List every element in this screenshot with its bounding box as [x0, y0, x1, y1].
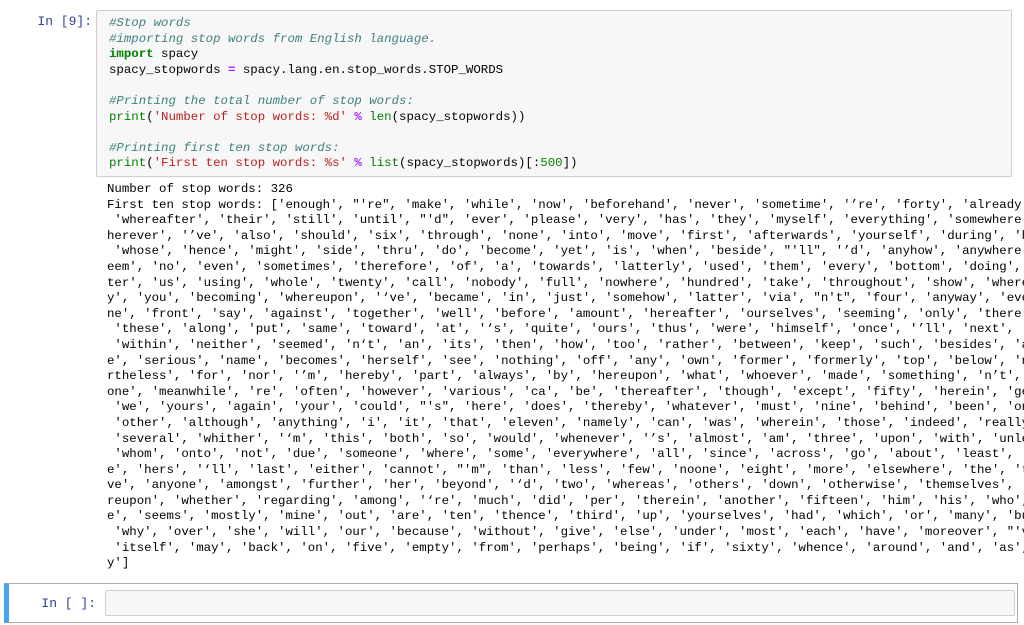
- output-line: First ten stop words: ['enough', "'re", …: [107, 197, 1024, 212]
- cell-output: Number of stop words: 326 First ten stop …: [107, 182, 1024, 572]
- code-token: (: [146, 156, 154, 171]
- output-line: ve', 'anyone', 'amongst', 'further', 'he…: [107, 478, 1024, 493]
- code-token: %: [354, 109, 362, 124]
- code-token: #Printing the total number of stop words…: [109, 93, 414, 108]
- code-cell-empty[interactable]: In [ ]:: [4, 583, 1018, 623]
- code-line: spacy_stopwords = spacy.lang.en.stop_wor…: [109, 63, 1007, 79]
- output-line: rtheless', 'for', 'nor', '’m', 'hereby',…: [107, 369, 1024, 384]
- code-line: #importing stop words from English langu…: [109, 32, 1007, 48]
- code-line: #Printing the total number of stop words…: [109, 94, 1007, 110]
- code-editor-empty[interactable]: [105, 590, 1015, 616]
- output-line: 'whom', 'onto', 'not', 'due', 'someone',…: [107, 447, 1024, 462]
- code-token: spacy.lang.en.stop_words.STOP_WORDS: [235, 62, 504, 77]
- output-line: y', 'you', 'becoming', 'whereupon', '‘ve…: [107, 291, 1024, 306]
- code-token: print: [109, 109, 147, 124]
- code-token: import: [109, 47, 154, 62]
- output-line: Number of stop words: 326: [107, 182, 293, 196]
- output-line: ne', 'front', 'say', 'against', 'togethe…: [107, 306, 1024, 321]
- code-token: #Stop words: [109, 16, 191, 30]
- code-token: #Printing first ten stop words:: [109, 140, 340, 155]
- code-token: spacy: [153, 47, 199, 62]
- code-token: (spacy_stopwords)): [391, 109, 526, 124]
- output-line: 'itself', 'may', 'back', 'on', 'five', '…: [107, 540, 1024, 555]
- code-line: #Stop words: [109, 16, 1007, 32]
- code-token: ]): [562, 156, 578, 171]
- output-line: 'why', 'over', 'she', 'will', 'our', 'be…: [107, 525, 1024, 540]
- code-text-empty[interactable]: [106, 591, 1014, 599]
- code-token: #importing stop words from English langu…: [109, 31, 437, 46]
- code-token: 'First ten stop words: %s': [153, 156, 347, 171]
- code-token: spacy_stopwords: [109, 62, 228, 77]
- code-token: (spacy_stopwords)[:: [399, 156, 541, 171]
- code-token: 'Number of stop words: %d': [153, 109, 347, 124]
- code-editor[interactable]: #Stop words #importing stop words from En…: [96, 10, 1012, 177]
- code-line: print('Number of stop words: %d' % len(s…: [109, 110, 1007, 126]
- input-prompt-empty: In [ ]:: [41, 596, 96, 611]
- output-line: e', 'serious', 'name', 'becomes', 'herse…: [107, 353, 1024, 368]
- code-token: print: [109, 156, 147, 171]
- output-line: 'other', 'although', 'anything', 'i', 'i…: [107, 415, 1024, 430]
- code-line: print('First ten stop words: %s' % list(…: [109, 156, 1007, 172]
- code-cell-9: In [9]: #Stop words #importing stop words…: [0, 0, 1024, 578]
- output-line: one', 'meanwhile', 're', 'often', 'howev…: [107, 384, 1024, 399]
- code-line: import spacy: [109, 47, 1007, 63]
- code-token: 500: [540, 156, 563, 171]
- code-token: len: [369, 109, 392, 124]
- output-line: 'these', 'along', 'put', 'same', 'toward…: [107, 322, 1024, 337]
- output-line: 'we', 'yours', 'again', 'your', 'could',…: [107, 400, 1024, 415]
- output-line: 'several', 'whither', '‘m', 'this', 'bot…: [107, 431, 1024, 446]
- output-line: 'within', 'neither', 'seemed', 'n‘t', 'a…: [107, 337, 1024, 352]
- code-line: #Printing first ten stop words:: [109, 141, 1007, 157]
- code-token: (: [146, 109, 154, 124]
- output-line: 'whereafter', 'their', 'still', 'until',…: [107, 213, 1024, 228]
- output-line: e', 'hers', '‘ll', 'last', 'either', 'ca…: [107, 462, 1024, 477]
- output-line: herever', '’ve', 'also', 'should', 'six'…: [107, 228, 1024, 243]
- input-prompt: In [9]:: [37, 14, 92, 29]
- code-token: list: [369, 156, 400, 171]
- output-line: reupon', 'whether', 'regarding', 'among'…: [107, 493, 1024, 508]
- code-text[interactable]: #Stop words #importing stop words from En…: [97, 11, 1011, 178]
- output-line: 'whose', 'hence', 'might', 'side', 'thru…: [107, 244, 1024, 259]
- output-line: eem', 'no', 'even', 'sometimes', 'theref…: [107, 259, 1024, 274]
- output-line: e', 'seems', 'mostly', 'mine', 'out', 'a…: [107, 509, 1024, 524]
- output-line: y']: [107, 556, 130, 571]
- code-token: %: [354, 156, 362, 171]
- output-line: ter', 'us', 'using', 'whole', 'twenty', …: [107, 275, 1024, 290]
